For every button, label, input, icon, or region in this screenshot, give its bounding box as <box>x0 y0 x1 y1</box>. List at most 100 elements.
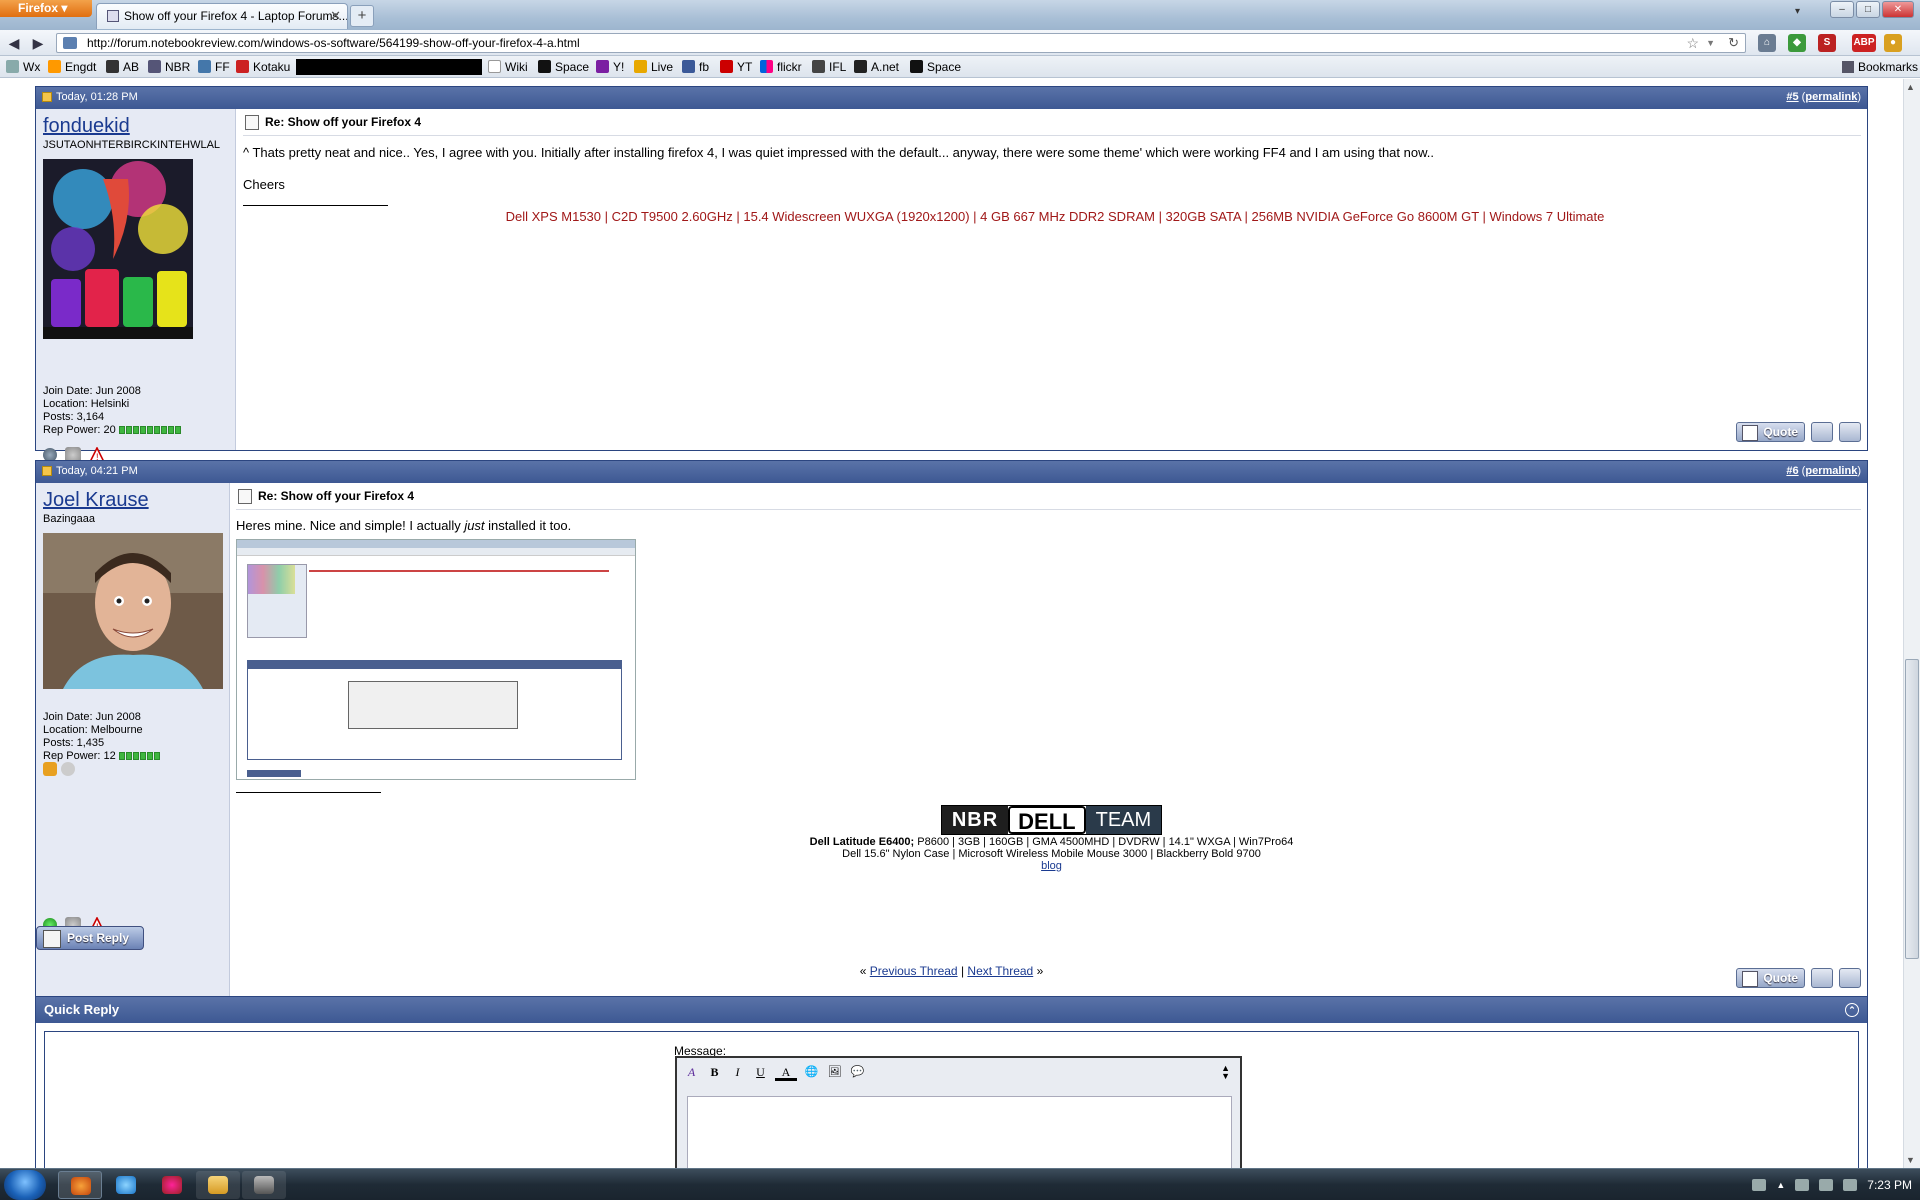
post-number-link[interactable]: #6 <box>1786 465 1798 477</box>
bookmark-item[interactable]: Y! <box>596 56 624 78</box>
post-reply-button[interactable]: Post Reply <box>36 926 144 950</box>
quote-button[interactable]: Quote <box>1736 422 1805 442</box>
addon-red-icon[interactable]: S <box>1818 34 1836 52</box>
resize-editor-icon[interactable]: ▲ ▼ <box>1221 1064 1230 1081</box>
page-scrollbar[interactable]: ▲ ▼ <box>1903 79 1920 1168</box>
user-award-icons <box>43 762 75 776</box>
taskbar-ie-icon[interactable] <box>104 1171 148 1199</box>
taskbar-explorer-icon[interactable] <box>196 1171 240 1199</box>
multiquote-button[interactable] <box>1811 422 1833 442</box>
bookmark-item[interactable]: fb <box>682 56 709 78</box>
insert-link-icon[interactable]: 🌐 <box>803 1064 820 1081</box>
bookmarks-menu-button[interactable]: Bookmarks <box>1841 56 1918 78</box>
bookmark-item[interactable]: Engdt <box>48 56 96 78</box>
close-window-button[interactable]: ✕ <box>1882 1 1914 18</box>
post-number-link[interactable]: #5 <box>1786 91 1798 103</box>
taskbar-firefox-icon[interactable] <box>58 1171 102 1199</box>
bookmark-item[interactable]: NBR <box>148 56 190 78</box>
post-date: Today, 01:28 PM <box>56 91 138 103</box>
scrollbar-thumb[interactable] <box>1905 659 1919 959</box>
post-body: Re: Show off your Firefox 4 ^ Thats pret… <box>243 109 1867 450</box>
insert-image-icon[interactable]: 🖼 <box>826 1064 843 1081</box>
collapse-icon[interactable]: ⌃ <box>1845 1003 1859 1017</box>
reputation-bar[interactable] <box>118 425 182 438</box>
home-icon[interactable]: ⌂ <box>1758 34 1776 52</box>
network-icon[interactable] <box>1819 1179 1834 1191</box>
reload-icon[interactable]: ↻ <box>1728 34 1739 52</box>
addon-green-icon[interactable]: ◆ <box>1788 34 1806 52</box>
bookmark-item[interactable]: Space <box>538 56 589 78</box>
scroll-down-icon[interactable]: ▼ <box>1906 1155 1915 1165</box>
firefox-menu-button[interactable]: Firefox ▾ <box>0 0 92 17</box>
bookmark-item[interactable]: FF <box>198 56 230 78</box>
user-info: Join Date: Jun 2008 Location: Melbourne … <box>43 711 161 764</box>
bookmark-item[interactable]: Space <box>910 56 961 78</box>
clock-time[interactable]: 7:23 PM <box>1867 1169 1912 1200</box>
volume-icon[interactable] <box>1843 1179 1858 1191</box>
rep-power-label: Rep Power: 12 <box>43 750 116 762</box>
remove-format-icon[interactable]: A <box>683 1064 700 1081</box>
start-button[interactable] <box>4 1170 46 1200</box>
bookmark-item[interactable]: flickr <box>760 56 802 78</box>
tray-expand-icon[interactable]: ▲ <box>1776 1169 1785 1200</box>
next-quote-mark: » <box>1036 964 1044 978</box>
bold-button[interactable]: B <box>706 1064 723 1081</box>
previous-thread-link[interactable]: Previous Thread <box>870 964 958 978</box>
tab-active[interactable]: Show off your Firefox 4 - Laptop Forums.… <box>96 3 348 29</box>
underline-button[interactable]: U <box>752 1064 769 1081</box>
permalink-link[interactable]: permalink <box>1805 465 1857 477</box>
avatar-paint-image <box>43 159 193 339</box>
action-center-flag-icon[interactable] <box>1795 1179 1810 1191</box>
bookmark-star-icon[interactable]: ☆ <box>1686 34 1699 52</box>
avatar[interactable] <box>43 159 193 339</box>
url-bar[interactable]: http://forum.notebookreview.com/windows-… <box>56 33 1746 53</box>
forward-icon[interactable]: ▶ <box>28 33 48 53</box>
username-link[interactable]: Joel Krause <box>43 489 222 512</box>
bookmark-item[interactable]: Kotaku <box>236 56 290 78</box>
scroll-up-icon[interactable]: ▲ <box>1906 82 1915 92</box>
italic-button[interactable]: I <box>729 1064 746 1081</box>
tab-list-dropdown-icon[interactable]: ▾ <box>1795 6 1800 17</box>
editor-toolbar: A B I U A 🌐 🖼 💬 <box>683 1064 866 1081</box>
url-history-dropdown-icon[interactable]: ▼ <box>1706 34 1715 52</box>
signature-blog-link[interactable]: blog <box>1041 860 1062 872</box>
post-message-cheers: Cheers <box>243 177 285 192</box>
bookmark-item[interactable]: Live <box>634 56 673 78</box>
taskbar-app2-icon[interactable] <box>242 1171 286 1199</box>
tray-app-icon[interactable] <box>1752 1179 1767 1191</box>
new-tab-button[interactable]: + <box>350 5 374 27</box>
post-icon <box>42 92 52 102</box>
reputation-bar[interactable] <box>118 751 161 764</box>
permalink-link[interactable]: permalink <box>1805 91 1857 103</box>
post-attached-screenshot[interactable] <box>236 539 636 780</box>
taskbar-app-icon[interactable] <box>150 1171 194 1199</box>
maximize-button[interactable]: □ <box>1856 1 1880 18</box>
next-thread-link[interactable]: Next Thread <box>967 964 1033 978</box>
wrap-quote-icon[interactable]: 💬 <box>849 1064 866 1081</box>
post-number: #5 (permalink) <box>1786 91 1861 103</box>
bookmark-item[interactable]: IFL <box>812 56 846 78</box>
rep-segment <box>139 752 146 760</box>
username-link[interactable]: fonduekid <box>43 115 228 138</box>
bookmark-item[interactable]: AB <box>106 56 139 78</box>
nav-separator: | <box>960 964 965 978</box>
bookmark-item[interactable]: Wiki <box>488 56 528 78</box>
rep-segment <box>146 426 153 434</box>
quick-reply-button[interactable] <box>1839 422 1861 442</box>
adblock-icon[interactable]: ABP <box>1852 34 1876 52</box>
bookmark-item[interactable]: YT <box>720 56 752 78</box>
user-sidebar: fonduekid JSUTAONHTERBIRCKINTEHWLAL Join… <box>36 109 236 463</box>
addon-yellow-icon[interactable]: ● <box>1884 34 1902 52</box>
back-icon[interactable]: ◀ <box>4 33 24 53</box>
avatar[interactable] <box>43 533 223 689</box>
font-color-button[interactable]: A <box>775 1064 797 1081</box>
site-identity-icon[interactable] <box>63 37 77 49</box>
bookmark-item[interactable]: Wx <box>6 56 40 78</box>
minimize-button[interactable]: – <box>1830 1 1854 18</box>
rep-segment <box>174 426 181 434</box>
bookmark-item[interactable]: A.net <box>854 56 899 78</box>
user-sidebar: Joel Krause Bazingaaa Join Date: Jun 200… <box>36 483 230 996</box>
rep-segment <box>118 426 125 434</box>
join-date: Join Date: Jun 2008 <box>43 385 141 397</box>
tab-close-icon[interactable]: ✕ <box>330 4 341 28</box>
